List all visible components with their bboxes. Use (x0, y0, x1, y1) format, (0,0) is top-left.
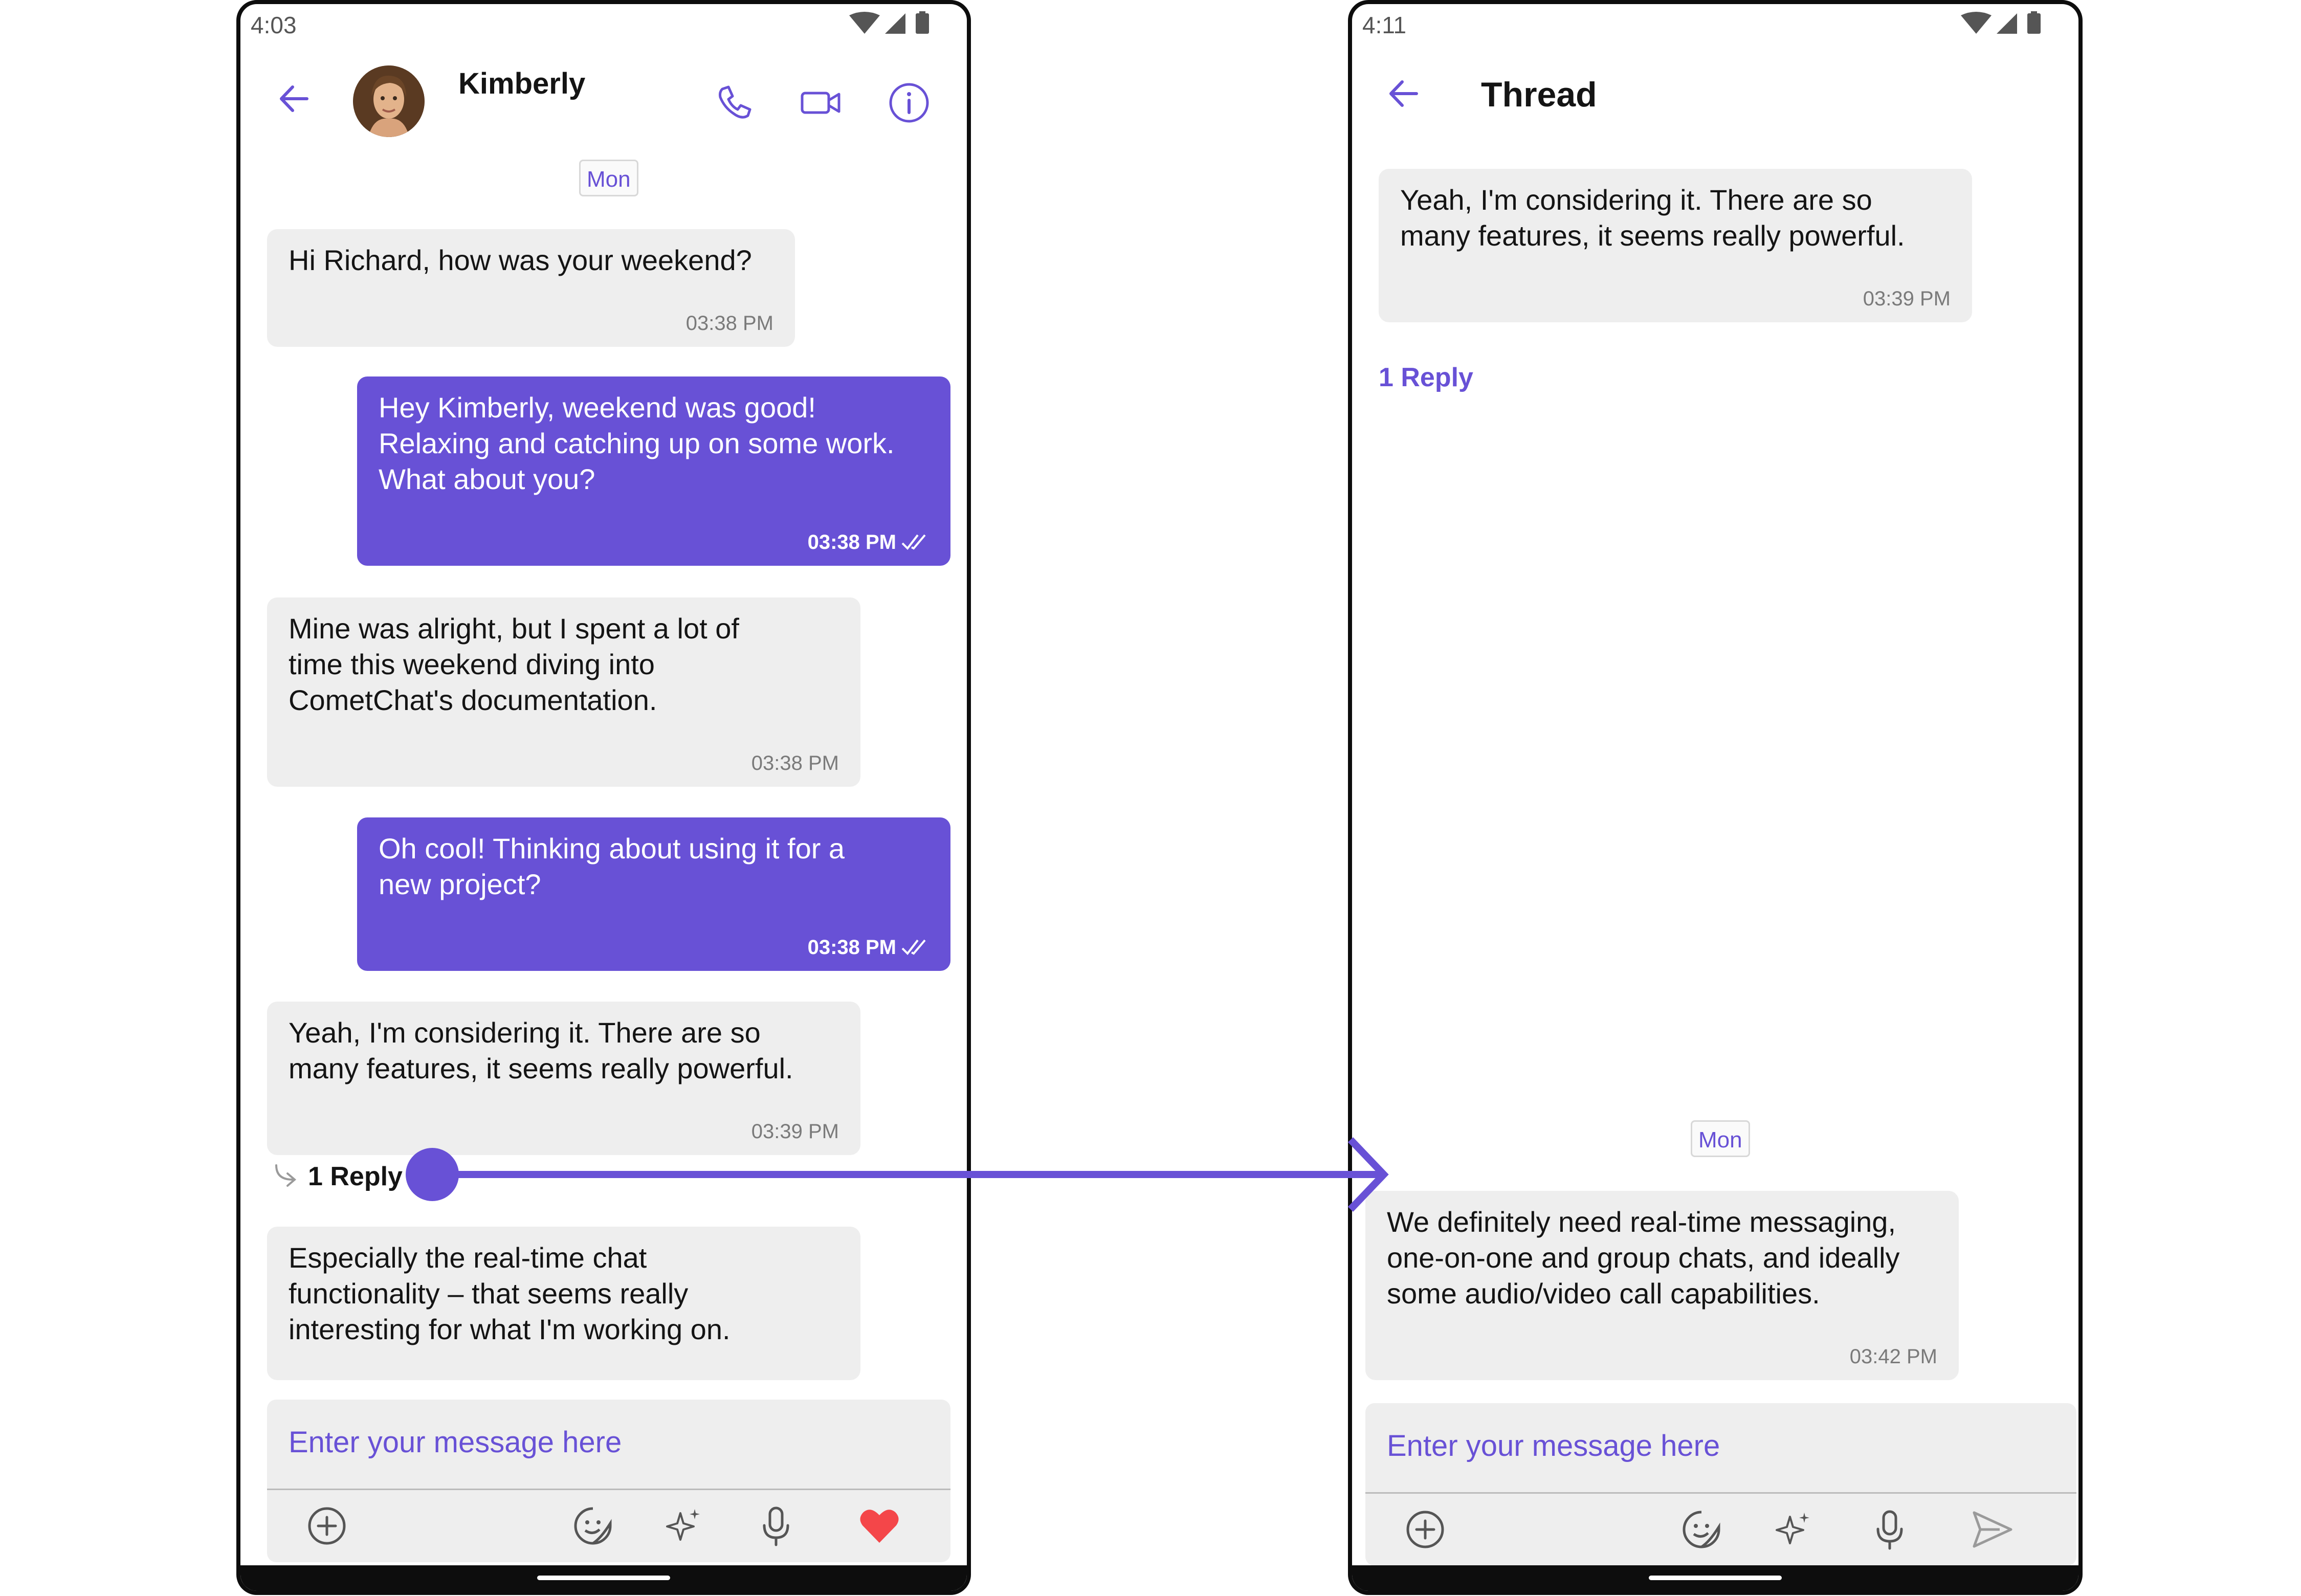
add-icon[interactable] (1402, 1506, 1448, 1553)
reply-message-bubble[interactable]: We definitely need real-time messaging, … (1365, 1191, 1959, 1380)
composer-divider (267, 1489, 950, 1490)
left-phone-screen: 4:03 Kimberly Mon Hi Richard, how was yo… (236, 0, 971, 1595)
message-time: 03:38 PM (807, 936, 896, 959)
message-input[interactable]: Enter your message here (289, 1425, 622, 1459)
ai-sparkle-icon[interactable] (1771, 1506, 1817, 1553)
message-text: Yeah, I'm considering it. There are so m… (1400, 184, 1905, 252)
system-nav-bar (1352, 1565, 2078, 1591)
status-time: 4:03 (251, 12, 297, 38)
status-icons (1961, 11, 2041, 34)
message-time: 03:39 PM (1863, 287, 1951, 310)
message-bubble-outgoing[interactable]: Hey Kimberly, weekend was good! Relaxing… (357, 376, 950, 566)
send-icon[interactable] (1969, 1506, 2015, 1553)
message-text: Hey Kimberly, weekend was good! Relaxing… (379, 391, 895, 495)
message-time: 03:38 PM (807, 531, 896, 553)
heart-icon[interactable] (856, 1503, 902, 1549)
phone-call-icon[interactable] (711, 80, 757, 126)
back-arrow-icon[interactable] (1381, 71, 1427, 117)
message-meta: 03:38 PM (808, 530, 929, 555)
double-check-icon (901, 534, 926, 550)
status-icons (849, 11, 929, 34)
message-text: Mine was alright, but I spent a lot of t… (289, 612, 739, 716)
message-time: 03:42 PM (1849, 1345, 1937, 1368)
microphone-icon[interactable] (753, 1503, 799, 1549)
video-call-icon[interactable] (798, 80, 844, 126)
list-clip (240, 1380, 967, 1401)
message-composer: Enter your message here (267, 1400, 950, 1562)
thread-title: Thread (1481, 75, 1597, 114)
status-time: 4:11 (1362, 12, 1407, 38)
microphone-icon[interactable] (1867, 1506, 1913, 1553)
reply-arrow-icon (275, 1164, 297, 1187)
message-bubble-incoming[interactable]: Yeah, I'm considering it. There are so m… (267, 1002, 860, 1155)
status-bar: 4:11 (1352, 4, 2078, 45)
home-indicator[interactable] (1649, 1576, 1782, 1580)
sticker-icon[interactable] (1678, 1506, 1724, 1553)
info-icon[interactable] (886, 80, 932, 126)
message-text: Hi Richard, how was your weekend? (289, 244, 752, 276)
date-separator: Mon (1691, 1120, 1750, 1157)
double-check-icon (901, 939, 926, 956)
message-input[interactable]: Enter your message here (1387, 1429, 1720, 1463)
message-bubble-incoming[interactable]: Mine was alright, but I spent a lot of t… (267, 597, 860, 787)
message-meta: 03:38 PM (808, 935, 929, 960)
parent-message-bubble[interactable]: Yeah, I'm considering it. There are so m… (1379, 169, 1972, 322)
date-separator: Mon (579, 160, 638, 196)
sticker-icon[interactable] (570, 1503, 616, 1549)
composer-divider (1365, 1492, 2076, 1494)
thread-reply-link[interactable]: 1 Reply (272, 1161, 403, 1192)
status-bar: 4:03 (240, 4, 967, 45)
thread-header: Thread (1352, 45, 2078, 137)
message-composer: Enter your message here (1365, 1403, 2076, 1566)
message-text: Oh cool! Thinking about using it for a n… (379, 832, 845, 900)
ai-sparkle-icon[interactable] (661, 1503, 707, 1549)
message-time: 03:39 PM (751, 1120, 839, 1143)
system-nav-bar (240, 1565, 967, 1591)
message-text: We definitely need real-time messaging, … (1387, 1206, 1900, 1310)
chat-header: Kimberly (240, 45, 967, 137)
back-arrow-icon[interactable] (271, 76, 317, 122)
message-bubble-incoming[interactable]: Especially the real-time chat functional… (267, 1227, 860, 1380)
message-text: Yeah, I'm considering it. There are so m… (289, 1016, 793, 1084)
message-text: Especially the real-time chat functional… (289, 1242, 731, 1345)
add-icon[interactable] (304, 1503, 350, 1549)
message-time: 03:38 PM (751, 752, 839, 774)
reply-count: 1 Reply (1379, 363, 1473, 392)
right-phone-screen: 4:11 Thread Yeah, I'm considering it. Th… (1348, 0, 2083, 1595)
message-bubble-outgoing[interactable]: Oh cool! Thinking about using it for a n… (357, 817, 950, 971)
reply-count[interactable]: 1 Reply (308, 1161, 403, 1192)
contact-name[interactable]: Kimberly (458, 66, 585, 101)
message-time: 03:38 PM (685, 312, 773, 335)
message-bubble-incoming[interactable]: Hi Richard, how was your weekend? 03:38 … (267, 229, 795, 347)
home-indicator[interactable] (537, 1576, 670, 1580)
thread-reply-count: 1 Reply (1379, 362, 1473, 393)
avatar[interactable] (353, 65, 425, 137)
